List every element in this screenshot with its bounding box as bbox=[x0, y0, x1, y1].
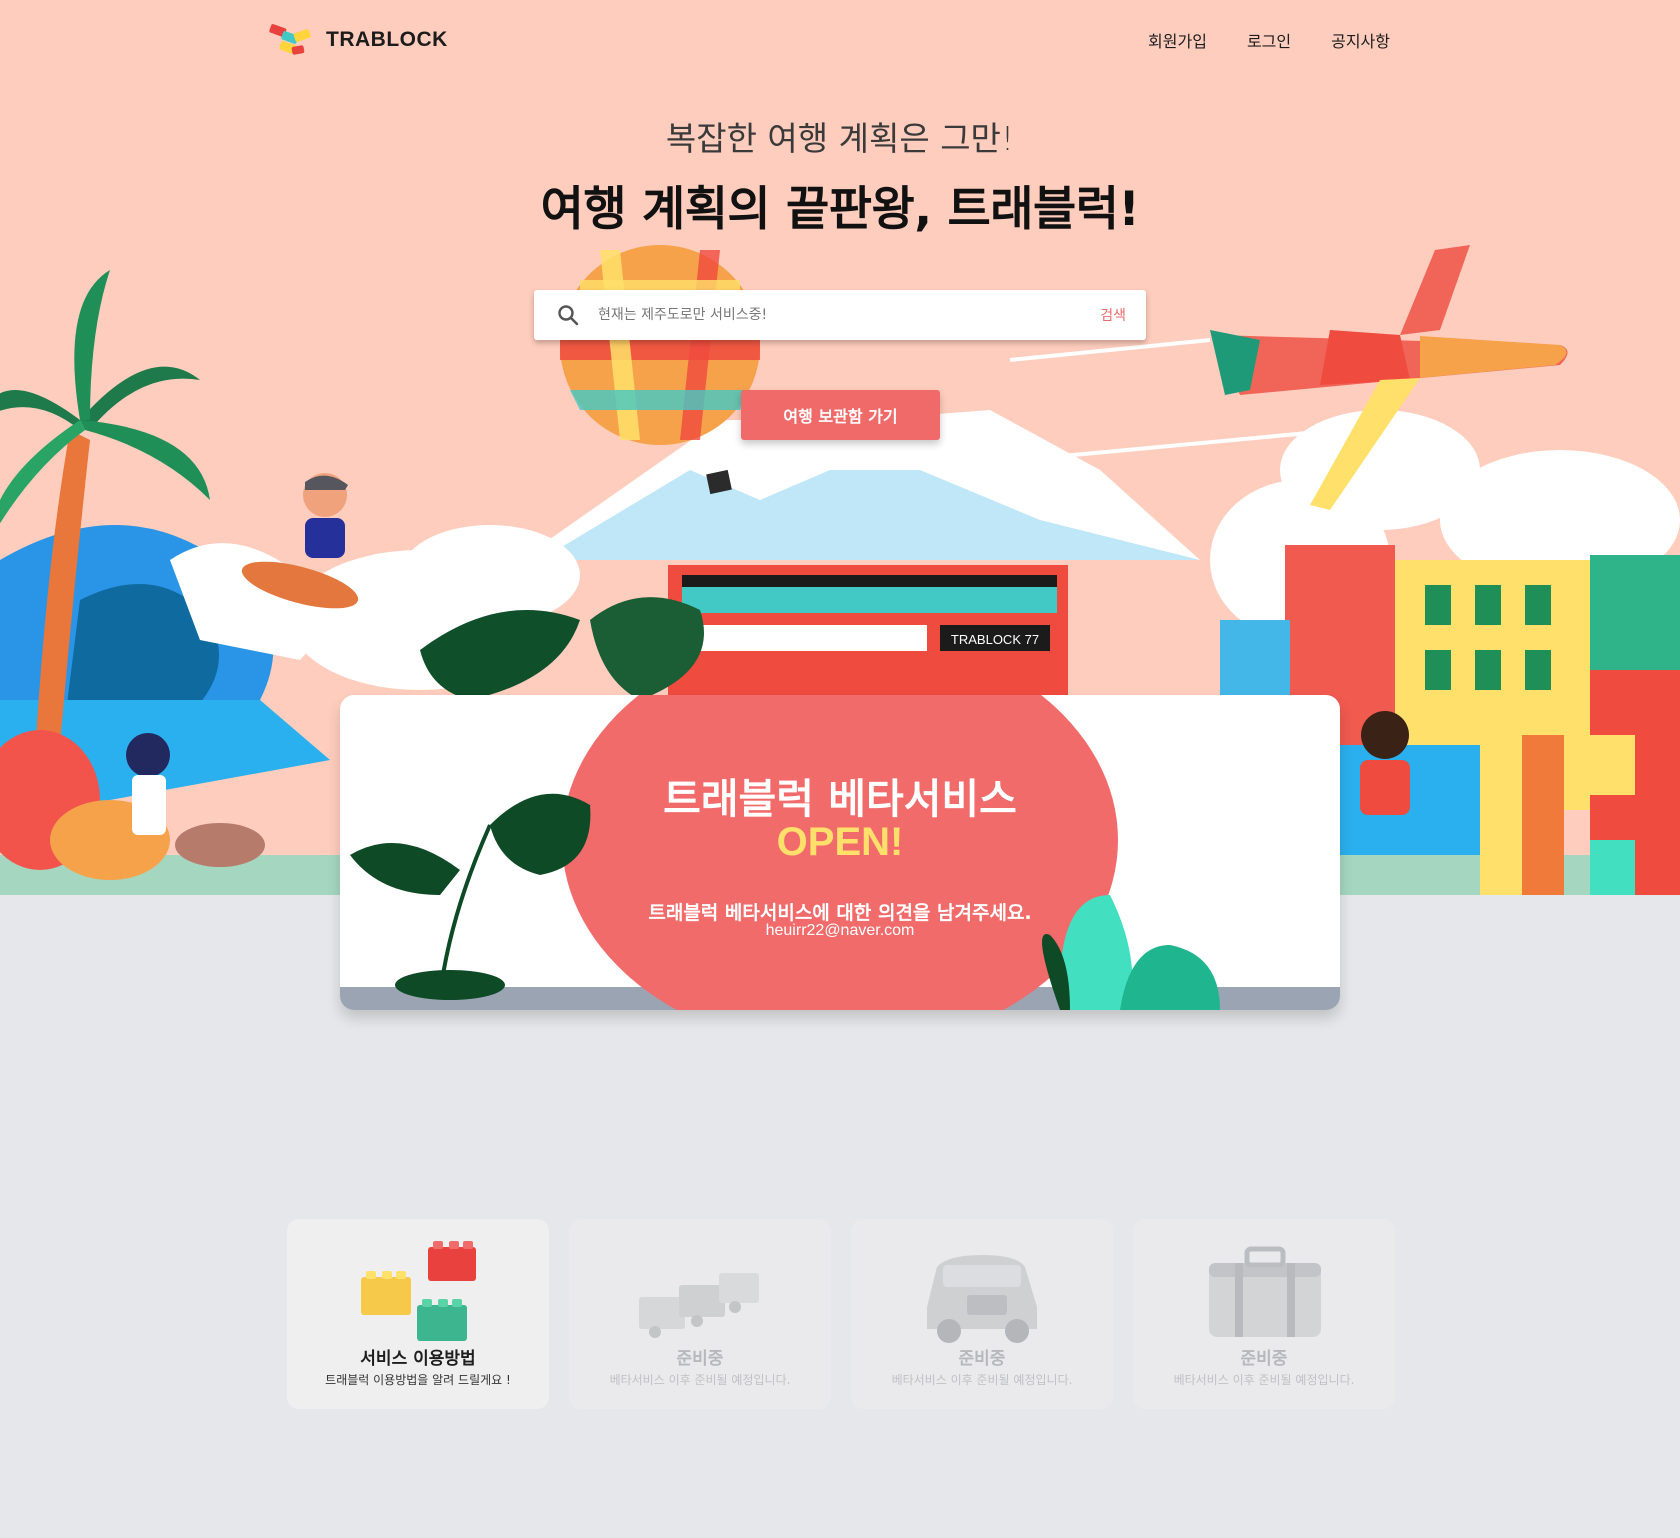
nav-login-link[interactable]: 로그인 bbox=[1247, 28, 1291, 52]
car-icon bbox=[927, 1255, 1037, 1343]
lego-train-icon bbox=[639, 1273, 759, 1338]
nav-signup-link[interactable]: 회원가입 bbox=[1148, 28, 1207, 52]
hero-subtitle: 복잡한 여행 계획은 그만! bbox=[665, 119, 1015, 158]
bus-sign: TRABLOCK 77 bbox=[951, 632, 1039, 647]
search-icon bbox=[558, 305, 579, 326]
search-bar: 검색 bbox=[534, 290, 1146, 340]
card-title: 서비스 이용방법 bbox=[360, 1349, 476, 1369]
banner-title: 트래블럭 베타서비스 bbox=[663, 775, 1017, 823]
brand-name: TRABLOCK bbox=[326, 28, 448, 51]
nav-links: 회원가입 로그인 공지사항 bbox=[1148, 28, 1390, 52]
trablock-logo-icon bbox=[269, 24, 311, 55]
nav-notice-link[interactable]: 공지사항 bbox=[1331, 28, 1390, 52]
brand-logo[interactable]: TRABLOCK bbox=[268, 22, 448, 58]
beta-banner: 트래블럭 베타서비스 OPEN! 트래블럭 베타서비스에 대한 의견을 남겨주세… bbox=[340, 695, 1340, 1010]
hero-title: 여행 계획의 끝판왕, 트래블럭! bbox=[540, 182, 1140, 237]
card-coming-soon-3: 준비중 베타서비스 이후 준비될 예정입니다. bbox=[1133, 1219, 1395, 1409]
card-title: 준비중 bbox=[958, 1349, 1006, 1369]
card-service-guide[interactable]: 서비스 이용방법 트래블럭 이용방법을 알려 드릴게요 ! bbox=[287, 1219, 549, 1409]
search-button[interactable]: 검색 bbox=[1100, 305, 1126, 325]
card-description: 베타서비스 이후 준비될 예정입니다. bbox=[891, 1373, 1073, 1387]
card-description: 베타서비스 이후 준비될 예정입니다. bbox=[609, 1373, 791, 1387]
banner-email: heuirr22@naver.com bbox=[765, 922, 915, 939]
card-title: 준비중 bbox=[1240, 1349, 1288, 1369]
service-cards: 서비스 이용방법 트래블럭 이용방법을 알려 드릴게요 ! 준비중 베타서비스 … bbox=[287, 1219, 1395, 1409]
banner-description: 트래블럭 베타서비스에 대한 의견을 남겨주세요. bbox=[648, 902, 1032, 924]
suitcase-icon bbox=[1209, 1246, 1321, 1337]
card-title: 준비중 bbox=[676, 1349, 724, 1369]
top-navigation: TRABLOCK 회원가입 로그인 공지사항 bbox=[0, 0, 1680, 82]
card-description: 베타서비스 이후 준비될 예정입니다. bbox=[1173, 1373, 1355, 1387]
card-coming-soon-2: 준비중 베타서비스 이후 준비될 예정입니다. bbox=[851, 1219, 1113, 1409]
lego-bricks-icon bbox=[361, 1241, 476, 1341]
card-description: 트래블럭 이용방법을 알려 드릴게요 ! bbox=[325, 1373, 511, 1387]
card-coming-soon-1: 준비중 베타서비스 이후 준비될 예정입니다. bbox=[569, 1219, 831, 1409]
search-input[interactable] bbox=[598, 307, 1101, 323]
banner-open-label: OPEN! bbox=[776, 820, 904, 864]
trip-storage-button[interactable]: 여행 보관함 가기 bbox=[741, 390, 940, 440]
